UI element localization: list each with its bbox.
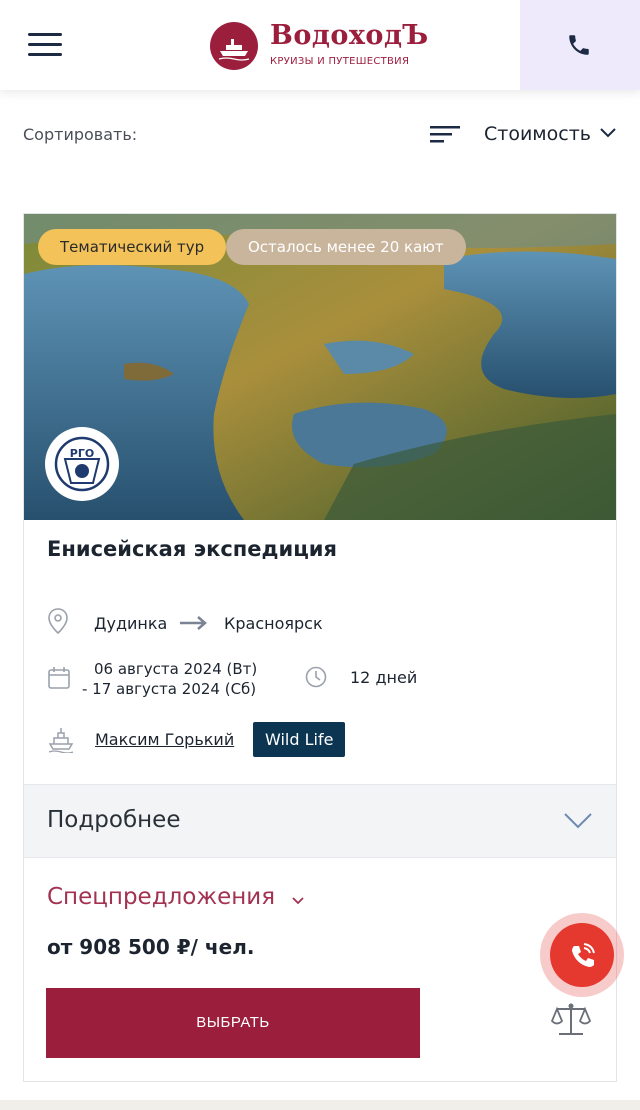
clock-icon [305,666,327,688]
chevron-down-icon[interactable] [600,128,616,138]
duration: 12 дней [350,668,418,687]
brand-logo[interactable]: ВодоходЪ КРУИЗЫ И ПУТЕШЕСТВИЯ [210,20,428,70]
scales-compare-icon[interactable] [551,1001,591,1037]
sort-bar: Сортировать: Стоимость [0,90,640,180]
sort-select[interactable]: Стоимость [484,123,591,145]
badge-theme-tour: Тематический тур [38,229,227,265]
sort-label: Сортировать: [23,125,138,144]
arrow-right-icon [180,616,207,630]
chevron-down-icon[interactable] [292,897,304,905]
details-accordion[interactable]: Подробнее [24,784,616,858]
chevron-down-icon [564,813,592,829]
ship-link[interactable]: Максим Горький [95,730,234,749]
route-to: Красноярск [224,614,323,633]
call-icon [572,943,595,967]
phone-icon [569,35,589,55]
badge-cabins-left: Осталось менее 20 кают [226,229,466,265]
logo-emblem-icon [210,22,258,70]
special-offers-toggle[interactable]: Спецпредложения [47,884,275,910]
details-label: Подробнее [47,807,181,833]
sort-lines-icon[interactable] [430,126,460,144]
tour-photo[interactable]: Тематический тур Осталось менее 20 кают … [24,214,616,520]
calendar-icon [48,667,70,689]
route-from: Дудинка [94,614,168,633]
brand-name: ВодоходЪ [270,20,429,51]
wild-life-tag[interactable]: Wild Life [253,722,346,757]
select-button[interactable]: ВЫБРАТЬ [46,988,420,1058]
rgo-partner-logo: РГО [45,427,119,501]
menu-icon[interactable] [28,33,62,57]
rgo-logo-text: РГО [70,447,94,460]
ship-icon [48,728,74,753]
call-button[interactable] [540,913,624,997]
tour-price: от 908 500 ₽/ чел. [47,935,255,959]
brand-subtitle: КРУИЗЫ И ПУТЕШЕСТВИЯ [270,56,410,67]
tour-title[interactable]: Енисейская экспедиция [47,537,337,561]
tour-card: Тематический тур Осталось менее 20 кают … [23,213,617,1082]
phone-button[interactable] [520,0,640,90]
site-header: ВодоходЪ КРУИЗЫ И ПУТЕШЕСТВИЯ [0,0,640,90]
date-end: - 17 августа 2024 (Сб) [82,680,257,698]
next-card-edge [0,1100,640,1110]
location-pin-icon [48,608,68,634]
date-start: 06 августа 2024 (Вт) [94,660,258,678]
